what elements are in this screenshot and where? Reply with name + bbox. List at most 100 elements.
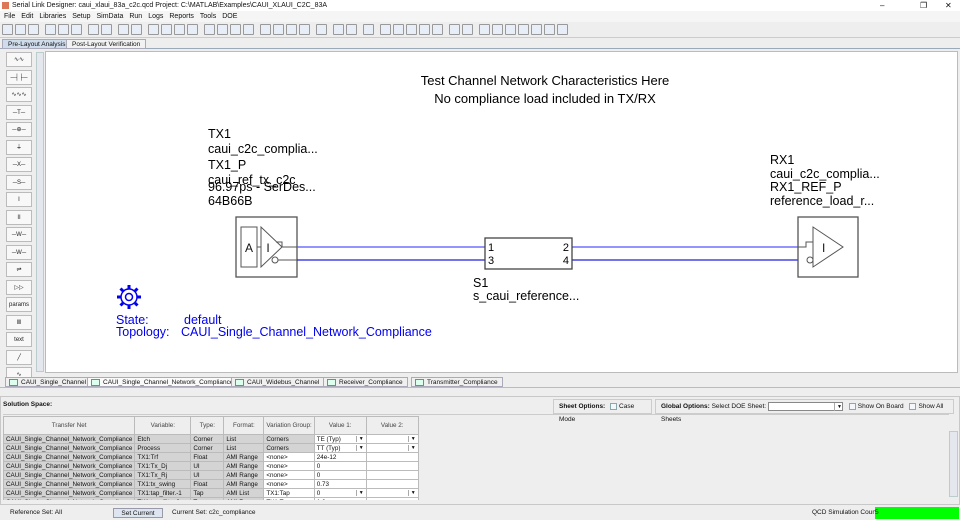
column-header[interactable]: Variation Group: [263,416,315,435]
toolbar-button-icon[interactable] [260,24,271,35]
table-cell[interactable]: ▼ [365,488,419,498]
toolbar-button-icon[interactable] [161,24,172,35]
table-cell[interactable]: <none> [263,479,315,489]
toolbar-button-icon[interactable] [462,24,473,35]
toolbar-button-icon[interactable] [243,24,254,35]
maximize-button[interactable]: ❐ [920,0,927,11]
toolbar-button-icon[interactable] [346,24,357,35]
sheet-tab[interactable]: CAUI_Single_Channel_Network_Compliance [87,377,239,387]
multi-driver-icon[interactable]: II [6,209,32,225]
table-cell[interactable]: ▼ [365,443,419,453]
table-row[interactable]: CAUI_Single_Channel_Network_Compliance Pr… [3,443,419,453]
show-on-board-checkbox[interactable] [848,402,856,410]
sheet-tab[interactable]: CAUI_Widebus_Channel [231,377,325,387]
column-header[interactable]: Value 2: [365,416,419,435]
table-cell[interactable]: 0 [313,470,367,480]
ground-icon[interactable]: ⏚ [6,139,32,155]
menu-doe[interactable]: DOE [222,13,237,20]
crosstalk-icon[interactable]: ─X─ [6,157,32,172]
s1-block[interactable]: 1 3 2 4 [484,237,573,270]
table-cell[interactable]: Corners [263,434,315,444]
toolbar-button-icon[interactable] [15,24,26,35]
buffer-icon[interactable]: ▷▷ [6,279,32,295]
connector-icon[interactable]: ⇌ [6,262,32,277]
toolbar-button-icon[interactable] [505,24,516,35]
column-header[interactable]: Transfer Net [3,416,136,435]
toolbar-button-icon[interactable] [204,24,215,35]
toolbar-button-icon[interactable] [479,24,490,35]
package-icon[interactable]: ǁǁ [6,314,32,330]
resistor-icon[interactable]: ∿∿ [6,52,32,67]
chevron-down-icon[interactable]: ▼ [355,489,364,496]
table-cell[interactable] [365,452,419,462]
toolbar-button-icon[interactable] [28,24,39,35]
toolbar-button-icon[interactable] [217,24,228,35]
palette-scrollbar[interactable] [36,52,44,372]
table-cell[interactable]: <none> [263,470,315,480]
menu-file[interactable]: File [4,13,15,20]
menu-setup[interactable]: Setup [72,13,90,20]
toolbar-button-icon[interactable] [449,24,460,35]
table-cell[interactable] [365,470,419,480]
toolbar-button-icon[interactable] [419,24,430,35]
table-row[interactable]: CAUI_Single_Channel_Network_Compliance TX… [3,497,419,500]
inductor-icon[interactable]: ∿∿∿ [6,87,32,102]
table-cell[interactable]: TE (Typ) ▼ [313,434,367,444]
toolbar-button-icon[interactable] [286,24,297,35]
toolbar-button-icon[interactable] [380,24,391,35]
show-all-sheets-checkbox[interactable] [909,402,917,410]
w-element-coupled-icon[interactable]: ─W─ [6,244,32,260]
menu-run[interactable]: Run [129,13,142,20]
toolbar-button-icon[interactable] [88,24,99,35]
toolbar-button-icon[interactable] [174,24,185,35]
table-row[interactable]: CAUI_Single_Channel_Network_Compliance TX… [3,452,419,462]
minimize-button[interactable]: – [880,0,884,11]
chevron-down-icon[interactable]: ▼ [355,435,364,442]
toolbar-button-icon[interactable] [406,24,417,35]
menu-reports[interactable]: Reports [169,13,194,20]
source-icon[interactable]: ─⊕─ [6,122,32,137]
chevron-down-icon[interactable]: ▼ [407,490,416,496]
chevron-down-icon[interactable]: ▼ [355,444,364,451]
close-button[interactable]: ✕ [945,0,952,11]
table-scrollbar[interactable] [949,431,958,497]
toolbar-button-icon[interactable] [2,24,13,35]
toolbar-button-icon[interactable] [544,24,555,35]
toolbar-button-icon[interactable] [187,24,198,35]
toolbar-button-icon[interactable] [333,24,344,35]
sheet-tab[interactable]: Transmitter_Compliance [411,377,503,387]
toolbar-button-icon[interactable] [316,24,327,35]
table-cell[interactable] [365,461,419,471]
toolbar-button-icon[interactable] [118,24,129,35]
schematic-canvas[interactable]: Test Channel Network Characteristics Her… [45,51,958,373]
table-cell[interactable]: 1.0 [313,497,367,500]
menu-simdata[interactable]: SimData [97,13,124,20]
toolbar-button-icon[interactable] [101,24,112,35]
tab-pre-layout-analysis[interactable]: Pre-Layout Analysis [2,39,72,49]
table-cell[interactable]: 0.73 [313,479,367,489]
tx-block[interactable]: A I [235,216,298,278]
menu-logs[interactable]: Logs [148,13,163,20]
toolbar-button-icon[interactable] [148,24,159,35]
tab-post-layout-verification[interactable]: Post-Layout Verification [66,39,147,49]
table-row[interactable]: CAUI_Single_Channel_Network_Compliance TX… [3,488,419,498]
table-cell[interactable]: TX1:Tap [263,497,315,500]
toolbar-button-icon[interactable] [58,24,69,35]
table-cell[interactable] [365,479,419,489]
toolbar-button-icon[interactable] [492,24,503,35]
toolbar-button-icon[interactable] [432,24,443,35]
table-row[interactable]: CAUI_Single_Channel_Network_Compliance TX… [3,461,419,471]
toolbar-button-icon[interactable] [230,24,241,35]
palette-params[interactable]: params [6,297,32,312]
table-cell[interactable]: TT (Typ) ▼ [313,443,367,453]
toolbar-button-icon[interactable] [363,24,374,35]
w-element-icon[interactable]: ─W─ [6,227,32,242]
chevron-down-icon[interactable]: ▼ [407,436,416,442]
table-row[interactable]: CAUI_Single_Channel_Network_Compliance Et… [3,434,419,444]
toolbar-button-icon[interactable] [531,24,542,35]
rx-block[interactable]: I [797,216,859,278]
table-row[interactable]: CAUI_Single_Channel_Network_Compliance TX… [3,470,419,480]
table-cell[interactable]: 0 ▼ [313,488,367,498]
menu-libraries[interactable]: Libraries [39,13,66,20]
s-parameter-icon[interactable]: ─S─ [6,174,32,190]
